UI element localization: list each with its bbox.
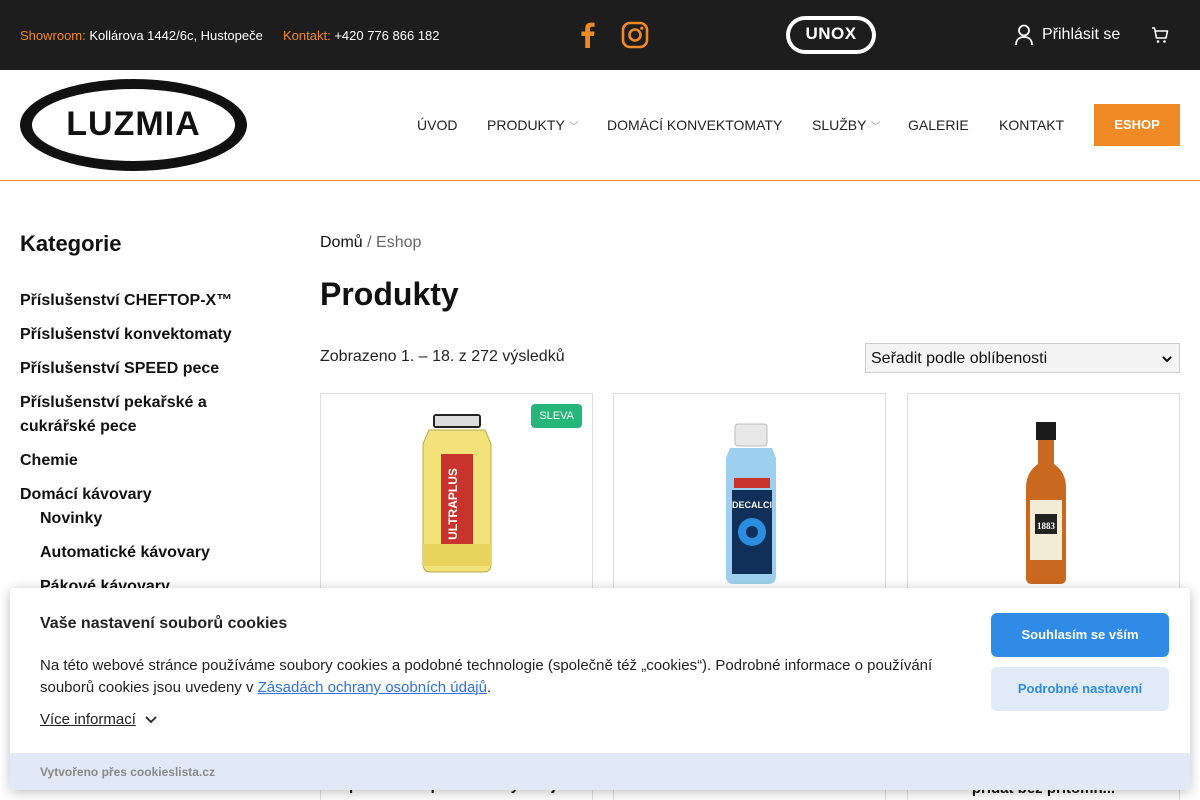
cookie-footer-credit[interactable]: Vytvořeno přes cookieslista.cz xyxy=(40,765,215,779)
sidebar-title: Kategorie xyxy=(20,231,122,256)
nav-produkty[interactable]: PRODUKTY ﹀ xyxy=(487,117,579,133)
product-image: ULTRAPLUS xyxy=(422,414,492,573)
breadcrumb-home[interactable]: Domů xyxy=(320,234,363,251)
result-count: Zobrazeno 1. – 18. z 272 výsledků xyxy=(320,348,565,365)
sort-selected-label: Seřadit podle oblíbenosti xyxy=(871,350,1048,367)
svg-text:ULTRAPLUS: ULTRAPLUS xyxy=(446,468,460,540)
nav-label: DOMÁCÍ KONVEKTOMATY xyxy=(607,117,783,133)
detailed-settings-button[interactable]: Podrobné nastavení xyxy=(991,667,1169,711)
top-bar: Showroom: Kollárova 1442/6c, Hustopeče K… xyxy=(0,0,1200,70)
category-item[interactable]: Příslušenství SPEED pece xyxy=(20,357,250,381)
cookie-title: Vaše nastavení souborů cookies xyxy=(40,615,288,632)
chevron-down-icon xyxy=(1162,356,1172,363)
category-item[interactable]: Příslušenství konvektomaty xyxy=(20,323,250,347)
user-icon xyxy=(1015,24,1033,46)
breadcrumb-separator: / xyxy=(362,234,377,251)
nav-domaci-konvektomaty[interactable]: DOMÁCÍ KONVEKTOMATY xyxy=(607,117,782,133)
unox-logo[interactable]: UNOX xyxy=(786,16,876,54)
eshop-button[interactable]: ESHOP xyxy=(1094,104,1180,146)
main-header: LUZMIA ÚVOD PRODUKTY ﹀ DOMÁCÍ KONVEKTOMA… xyxy=(0,70,1200,181)
nav-label: SLUŽBY xyxy=(812,117,867,133)
page-title: Produkty xyxy=(320,276,459,312)
showroom-info: Showroom: Kollárova 1442/6c, Hustopeče xyxy=(20,28,263,43)
luzmia-logo[interactable]: LUZMIA xyxy=(20,79,247,171)
chevron-down-icon xyxy=(145,715,157,723)
nav-label: ÚVOD xyxy=(417,117,458,133)
nav-label: GALERIE xyxy=(908,117,969,133)
logo-text: LUZMIA xyxy=(66,105,201,143)
facebook-icon[interactable] xyxy=(573,20,603,50)
unox-logo-text: UNOX xyxy=(805,24,857,43)
instagram-icon[interactable] xyxy=(620,20,650,50)
nav-kontakt[interactable]: KONTAKT xyxy=(999,117,1064,133)
contact-phone[interactable]: +420 776 866 182 xyxy=(334,28,439,43)
category-item[interactable]: Příslušenství pekařské a cukrářské pece xyxy=(20,391,230,439)
accept-all-button[interactable]: Souhlasím se vším xyxy=(991,613,1169,657)
product-image: DECALCI xyxy=(726,423,776,584)
breadcrumb: Domů / Eshop xyxy=(320,234,421,252)
cookie-text: Na této webové stránce používáme soubory… xyxy=(40,655,960,699)
nav-sluzby[interactable]: SLUŽBY ﹀ xyxy=(812,117,880,133)
showroom-label: Showroom: xyxy=(20,28,86,43)
more-info-label: Více informací xyxy=(40,711,136,728)
category-item[interactable]: Chemie xyxy=(20,449,250,473)
privacy-policy-link[interactable]: Zásadách ochrany osobních údajů xyxy=(258,679,487,696)
nav-label: KONTAKT xyxy=(999,117,1065,133)
chevron-down-icon: ﹀ xyxy=(568,121,579,133)
nav-uvod[interactable]: ÚVOD xyxy=(417,117,457,133)
subcategory-item[interactable]: Novinky xyxy=(40,507,270,531)
cookie-text-end: . xyxy=(486,679,492,696)
cart-icon[interactable] xyxy=(1150,25,1170,45)
svg-text:DECALCI: DECALCI xyxy=(732,500,772,510)
category-item[interactable]: Příslušenství CHEFTOP-X™ xyxy=(20,289,250,313)
breadcrumb-current: Eshop xyxy=(376,234,422,251)
nav-label: PRODUKTY xyxy=(487,117,565,133)
contact-label: Kontakt: xyxy=(283,28,331,43)
category-item[interactable]: Domácí kávovary xyxy=(20,483,250,507)
more-info-toggle[interactable]: Více informací xyxy=(40,711,158,728)
subcategory-item[interactable]: Automatické kávovary xyxy=(40,541,270,565)
login-link[interactable]: Přihlásit se xyxy=(1014,23,1120,47)
showroom-address: Kollárova 1442/6c, Hustopeče xyxy=(89,28,263,43)
product-image: 1883 xyxy=(1026,422,1066,584)
cookie-footer: Vytvořeno přes cookieslista.cz xyxy=(10,753,1190,790)
sort-select[interactable]: Seřadit podle oblíbenosti xyxy=(865,343,1180,373)
contact-info: Kontakt: +420 776 866 182 xyxy=(283,28,440,43)
chevron-down-icon: ﹀ xyxy=(870,121,881,133)
login-label: Přihlásit se xyxy=(1042,26,1121,43)
nav-galerie[interactable]: GALERIE xyxy=(908,117,969,133)
cookie-banner: Vaše nastavení souborů cookies Na této w… xyxy=(10,588,1190,790)
svg-text:1883: 1883 xyxy=(1037,521,1056,531)
